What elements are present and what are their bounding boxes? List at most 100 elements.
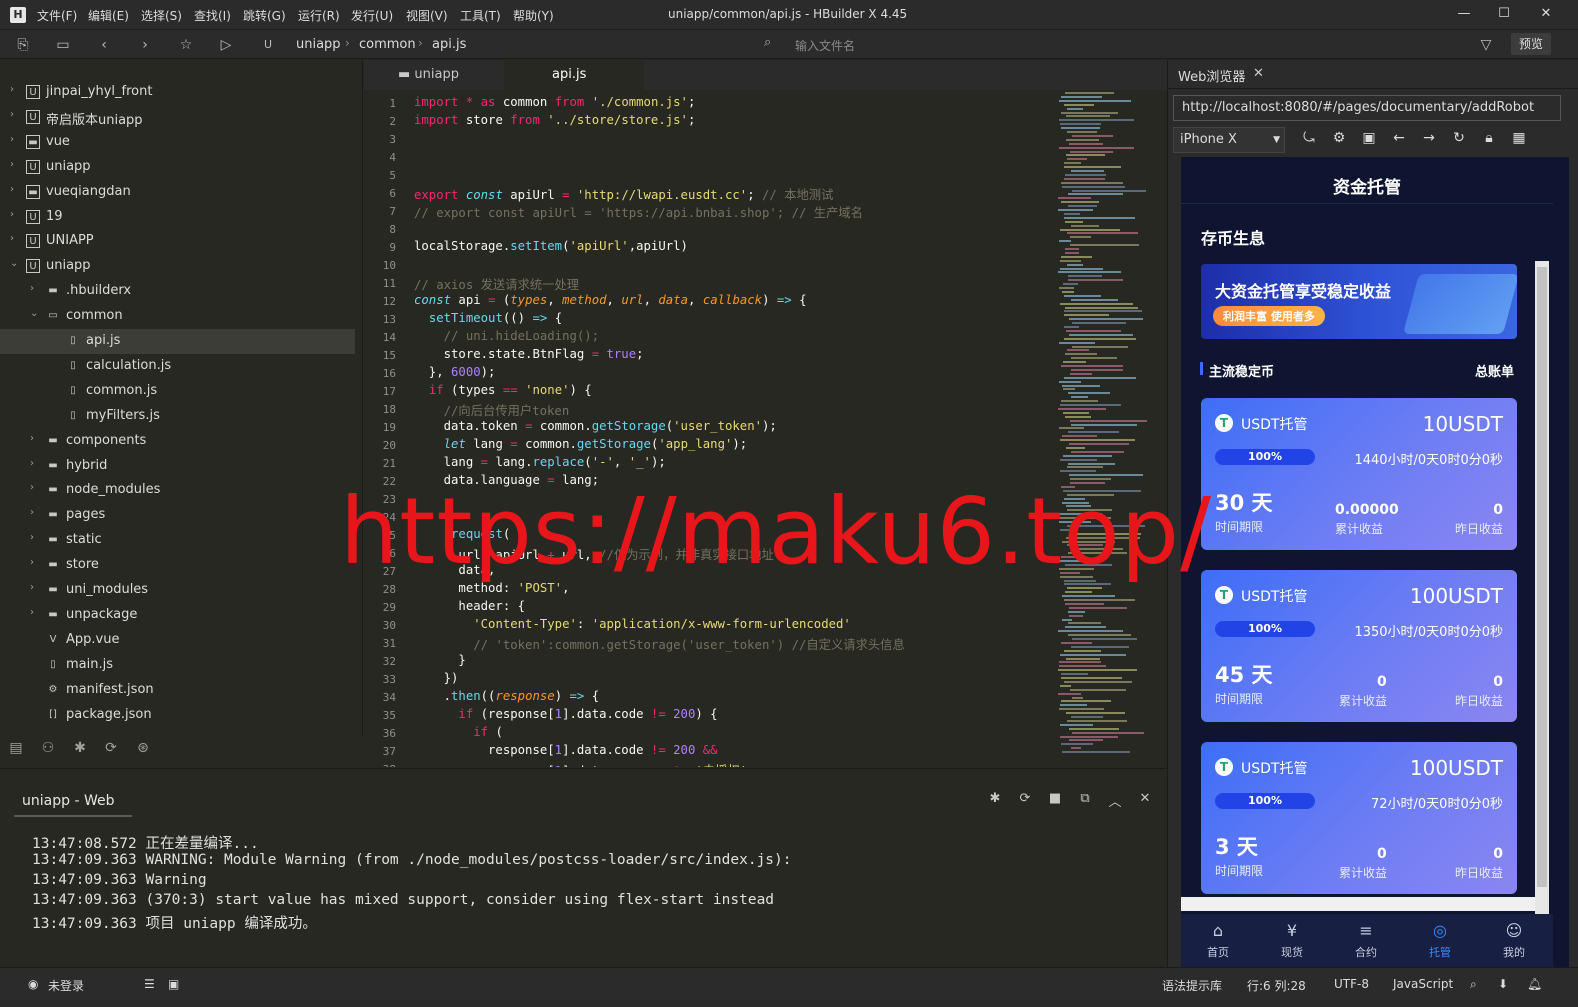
sidebar-item-file-manifest-json[interactable]: ⚙ manifest.json (0, 678, 355, 703)
chevron-right-icon[interactable]: › (30, 557, 42, 568)
devtools-icon[interactable]: ▣ (1359, 130, 1379, 150)
bug-icon[interactable]: ✱ (986, 791, 1004, 809)
custody-card[interactable]: T USDT托管 100USDT 100% 72小时/0天0时0分0秒 3 天 … (1201, 742, 1517, 894)
nav-home[interactable]: ⌂ 首页 (1181, 914, 1255, 967)
menu-find[interactable]: 查找(I) (194, 7, 231, 24)
nav-spot[interactable]: ¥ 现货 (1255, 914, 1329, 967)
sidebar-item-folder-unpackage[interactable]: › ▬ unpackage (0, 603, 355, 628)
settings-icon[interactable]: ⚙ (1329, 130, 1349, 150)
chevron-right-icon[interactable]: › (10, 109, 22, 120)
user-icon[interactable]: ◉ (28, 977, 38, 991)
chevron-right-icon[interactable]: › (30, 482, 42, 493)
sidebar-item-folder-node-modules[interactable]: › ▬ node_modules (0, 478, 355, 503)
explorer-icon[interactable]: ▤ (6, 740, 26, 760)
close-button[interactable]: ✕ (1537, 5, 1555, 23)
new-file-icon[interactable]: ⎘ (13, 35, 33, 55)
sidebar-item-file-app-vue[interactable]: V App.vue (0, 628, 355, 653)
sidebar-item-folder-uni-modules[interactable]: › ▬ uni_modules (0, 578, 355, 603)
chevron-right-icon[interactable]: › (10, 134, 22, 145)
horizontal-scrollbar[interactable] (1181, 897, 1535, 911)
promo-banner[interactable]: 大资金托管享受稳定收益 利润丰富 使用者多 (1201, 264, 1517, 339)
sidebar-item-project-vueqiangdan[interactable]: › ▬ vueqiangdan (0, 180, 355, 205)
chevron-up-icon[interactable]: ︿ (1106, 791, 1124, 810)
sidebar-item-file-myfilters-js[interactable]: ▯ myFilters.js (0, 404, 355, 429)
nav-mine[interactable]: ☺ 我的 (1477, 914, 1551, 967)
browser-tab[interactable]: Web浏览器 (1178, 66, 1245, 85)
sidebar-item-file-api-js[interactable]: ▯ api.js (0, 329, 355, 354)
syntax-hint[interactable]: 语法提示库 (1162, 977, 1222, 994)
sidebar-item-project-19[interactable]: › U 19 (0, 205, 355, 230)
star-icon[interactable]: ☆ (176, 35, 196, 55)
nav-contract[interactable]: ≡ 合约 (1329, 914, 1403, 967)
chevron-right-icon[interactable]: › (10, 84, 22, 95)
qrcode-icon[interactable]: ▦ (1509, 130, 1529, 150)
minimize-button[interactable]: — (1455, 5, 1473, 23)
language-mode[interactable]: JavaScript (1393, 977, 1453, 991)
encoding[interactable]: UTF-8 (1334, 977, 1369, 991)
chevron-right-icon[interactable]: › (30, 582, 42, 593)
sidebar-item-file-main-js[interactable]: ▯ main.js (0, 653, 355, 678)
breadcrumb-file[interactable]: api.js (432, 37, 466, 52)
sidebar-item-project-UNIAPP[interactable]: › U UNIAPP (0, 229, 355, 254)
sidebar-item-folder-pages[interactable]: › ▬ pages (0, 503, 355, 528)
sidebar-item-folder-hybrid[interactable]: › ▬ hybrid (0, 454, 355, 479)
custody-card[interactable]: T USDT托管 100USDT 100% 1350小时/0天0时0分0秒 45… (1201, 570, 1517, 722)
sidebar-item-project-uniapp[interactable]: ⌄ Uuniapp (0, 254, 355, 279)
device-select[interactable]: iPhone X ▼ (1173, 127, 1285, 153)
custody-card[interactable]: T USDT托管 10USDT 100% 1440小时/0天0时0分0秒 30 … (1201, 398, 1517, 550)
terminal-icon[interactable]: ▣ (168, 977, 179, 991)
menu-view[interactable]: 视图(V) (406, 7, 448, 24)
sidebar-item-project-vue[interactable]: › ▬ vue (0, 130, 355, 155)
chevron-right-icon[interactable]: › (10, 209, 22, 220)
chevron-right-icon[interactable]: › (10, 159, 22, 170)
filter-icon[interactable]: ▽ (1476, 35, 1496, 55)
breadcrumb-folder[interactable]: common (359, 37, 416, 52)
menu-run[interactable]: 运行(R) (298, 7, 340, 24)
back-icon[interactable]: ‹ (94, 35, 114, 55)
debug-icon[interactable]: ✱ (70, 740, 90, 760)
chevron-right-icon[interactable]: › (30, 458, 42, 469)
forward-arrow-icon[interactable]: → (1419, 130, 1439, 150)
refresh-icon[interactable]: ↻ (1449, 130, 1469, 150)
clear-icon[interactable]: ✕ (1136, 791, 1154, 809)
restart-icon[interactable]: ⟳ (1016, 791, 1034, 809)
console-tab[interactable]: uniapp - Web (22, 793, 114, 809)
lock-icon[interactable]: 🔒︎ (1479, 130, 1499, 150)
menu-goto[interactable]: 跳转(G) (243, 7, 286, 24)
sidebar-item-folder-components[interactable]: › ▬ components (0, 429, 355, 454)
source-control-icon[interactable]: ⟳ (101, 740, 121, 760)
chevron-right-icon[interactable]: › (30, 433, 42, 444)
code-editor[interactable]: 1 import * as common from './common.js';… (364, 90, 1167, 767)
scrollbar-thumb[interactable] (1537, 267, 1547, 887)
maximize-button[interactable]: ☐ (1495, 5, 1513, 23)
tab-api-js[interactable]: api.js (504, 60, 644, 90)
sidebar-item-folder-store[interactable]: › ▬ store (0, 553, 355, 578)
bell-icon[interactable]: 🔔︎ (1527, 977, 1542, 991)
forward-icon[interactable]: › (135, 35, 155, 55)
sidebar-item-folder-hbuilderx[interactable]: › ▬ .hbuilderx (0, 279, 355, 304)
menu-edit[interactable]: 编辑(E) (88, 7, 129, 24)
rotate-icon[interactable]: ⤿ (1299, 130, 1319, 150)
chevron-right-icon[interactable]: › (30, 283, 42, 294)
cursor-position[interactable]: 行:6 列:28 (1247, 977, 1306, 994)
sidebar-item-file-common-js[interactable]: ▯ common.js (0, 379, 355, 404)
menu-tools[interactable]: 工具(T) (460, 7, 501, 24)
chevron-right-icon[interactable]: › (10, 184, 22, 195)
login-status[interactable]: 未登录 (48, 977, 84, 994)
sidebar-item-project-uniapp-a[interactable]: › Uuniapp (0, 155, 355, 180)
chevron-down-icon[interactable]: ⌄ (30, 308, 42, 319)
plugin-icon[interactable]: ⊛ (133, 740, 153, 760)
chevron-down-icon[interactable]: ⌄ (10, 258, 22, 269)
menu-publish[interactable]: 发行(U) (351, 7, 393, 24)
sidebar-item-folder-common[interactable]: ⌄ ▭ common (0, 304, 355, 329)
close-icon[interactable]: ✕ (1253, 66, 1264, 81)
menu-select[interactable]: 选择(S) (141, 7, 182, 24)
stop-icon[interactable]: ■ (1046, 791, 1064, 809)
sidebar-item-project-jinpai[interactable]: › Ujinpai_yhyl_front (0, 80, 355, 105)
chevron-right-icon[interactable]: › (30, 607, 42, 618)
sidebar-item-file-calculation-js[interactable]: ▯ calculation.js (0, 354, 355, 379)
download-icon[interactable]: ⬇ (1498, 977, 1508, 991)
open-external-icon[interactable]: ⧉ (1076, 791, 1094, 809)
file-search-input[interactable]: ⌕ 输入文件名 (764, 35, 1110, 55)
chevron-right-icon[interactable]: › (30, 507, 42, 518)
